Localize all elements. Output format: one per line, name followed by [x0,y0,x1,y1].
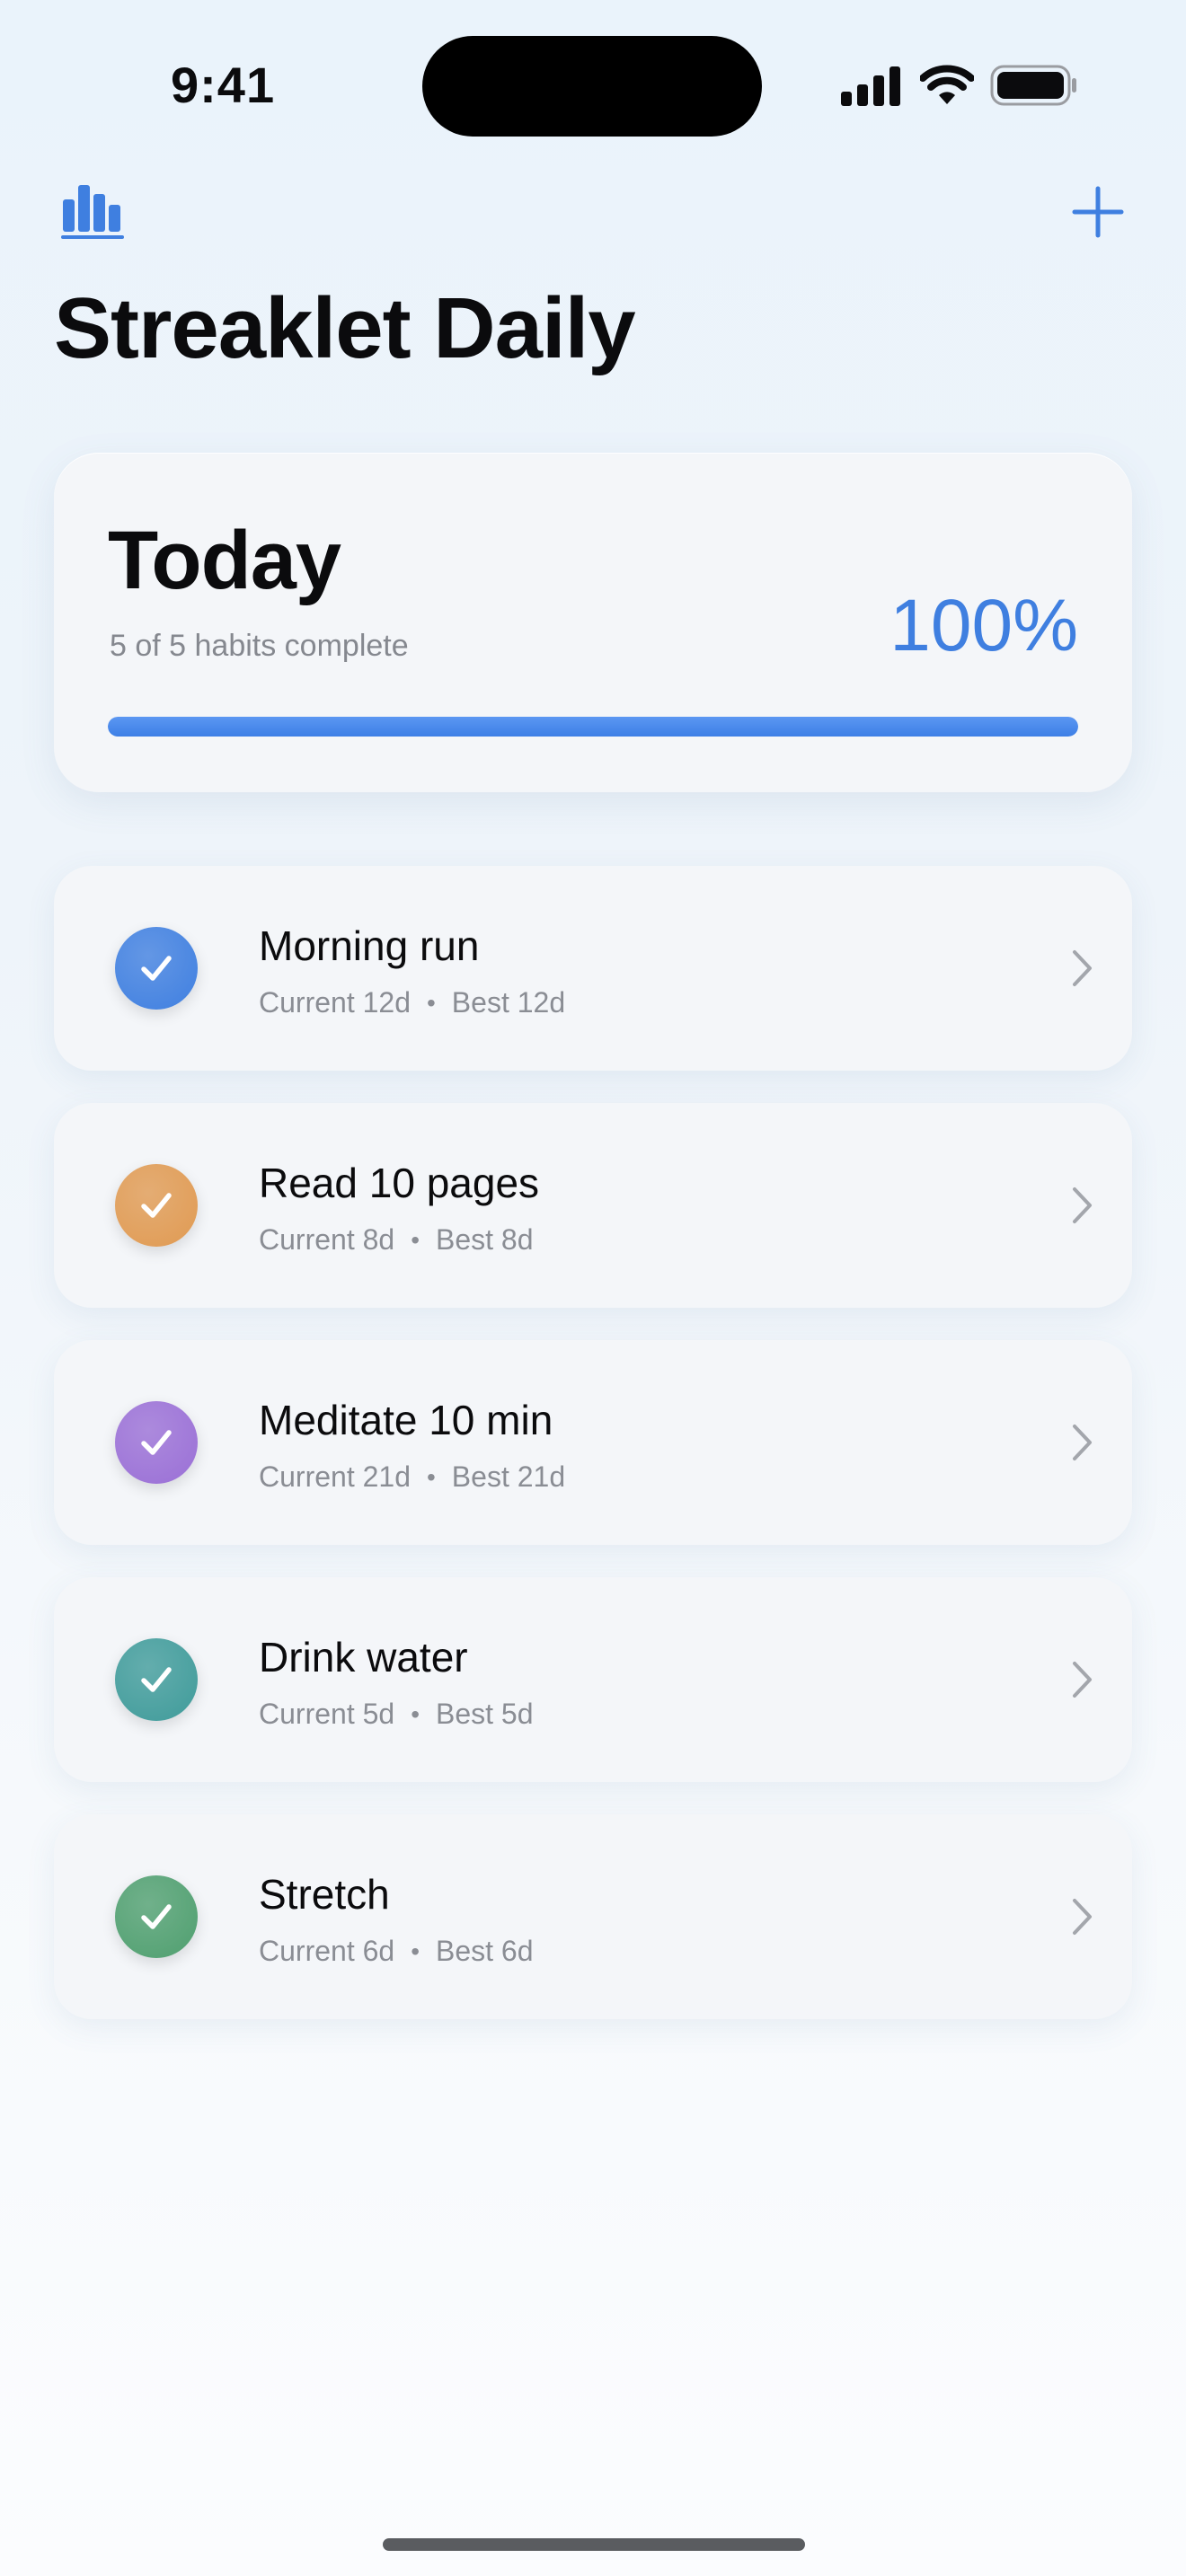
best-streak: Best 21d [451,1460,566,1493]
separator-dot: • [426,988,436,1017]
wifi-icon [920,65,974,104]
habit-row[interactable]: Stretch Current 6d • Best 6d [54,1814,1132,2019]
summary-title: Today [108,515,341,606]
completed-check-icon[interactable] [115,1164,198,1247]
habit-streak-info: Current 8d • Best 8d [259,1223,534,1257]
completed-check-icon[interactable] [115,927,198,1010]
completed-check-icon[interactable] [115,1875,198,1958]
chevron-right-icon [1073,1899,1092,1935]
habit-row[interactable]: Drink water Current 5d • Best 5d [54,1577,1132,1782]
habit-row[interactable]: Read 10 pages Current 8d • Best 8d [54,1103,1132,1308]
habit-name: Drink water [259,1634,468,1681]
habit-name: Morning run [259,922,480,969]
habit-streak-info: Current 21d • Best 21d [259,1460,565,1494]
habit-streak-info: Current 5d • Best 5d [259,1698,534,1731]
separator-dot: • [411,1936,420,1965]
chevron-right-icon [1073,950,1092,986]
separator-dot: • [426,1462,436,1491]
habit-streak-info: Current 6d • Best 6d [259,1935,534,1968]
home-indicator[interactable] [383,2538,805,2551]
add-habit-button[interactable] [1071,185,1125,239]
current-streak: Current 21d [259,1460,411,1493]
summary-subtitle: 5 of 5 habits complete [110,629,409,663]
habit-row[interactable]: Morning run Current 12d • Best 12d [54,866,1132,1071]
current-streak: Current 5d [259,1698,395,1730]
best-streak: Best 5d [436,1698,534,1730]
page-title: Streaklet Daily [54,280,636,376]
completed-check-icon[interactable] [115,1638,198,1721]
habit-row[interactable]: Meditate 10 min Current 21d • Best 21d [54,1340,1132,1545]
habit-name: Meditate 10 min [259,1397,553,1443]
habit-streak-info: Current 12d • Best 12d [259,986,565,1019]
separator-dot: • [411,1225,420,1254]
best-streak: Best 6d [436,1935,534,1967]
completed-check-icon[interactable] [115,1401,198,1484]
current-streak: Current 6d [259,1935,395,1967]
dynamic-island [422,36,762,137]
cellular-signal-icon [841,66,900,106]
chevron-right-icon [1073,1662,1092,1698]
completion-percent: 100% [890,585,1078,666]
habit-name: Read 10 pages [259,1160,540,1206]
progress-bar [108,717,1078,737]
bar-chart-icon [61,185,124,239]
stats-button[interactable] [59,180,126,241]
habit-name: Stretch [259,1871,390,1918]
separator-dot: • [411,1699,420,1728]
best-streak: Best 8d [436,1223,534,1256]
today-summary-card: Today 5 of 5 habits complete 100% [54,453,1132,792]
best-streak: Best 12d [451,986,566,1019]
current-streak: Current 8d [259,1223,395,1256]
status-time: 9:41 [171,57,276,113]
chevron-right-icon [1073,1187,1092,1223]
current-streak: Current 12d [259,986,411,1019]
battery-icon [990,65,1076,106]
plus-icon [1072,186,1124,238]
progress-bar-fill [108,717,1078,737]
chevron-right-icon [1073,1425,1092,1460]
